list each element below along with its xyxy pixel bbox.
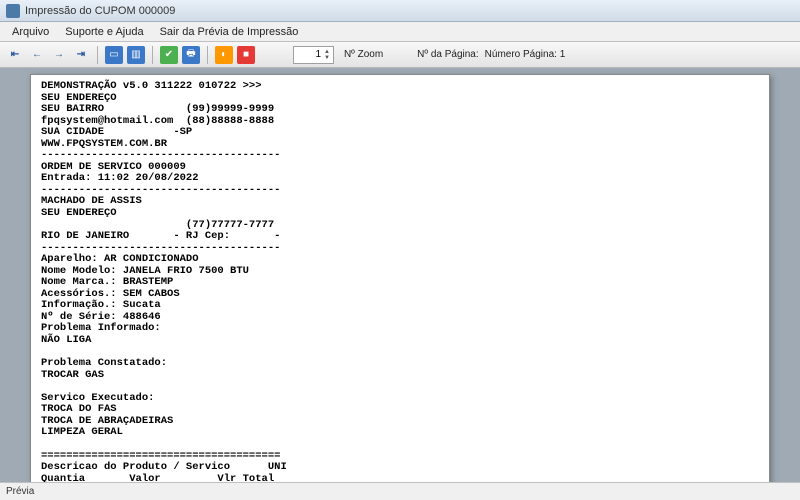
first-page-button[interactable]: ⇤ xyxy=(6,46,24,64)
zoom-stepper[interactable]: ▲▼ xyxy=(293,46,334,64)
last-page-button[interactable]: ⇥ xyxy=(72,46,90,64)
save-button[interactable]: ✔ xyxy=(160,46,178,64)
next-page-button[interactable]: → xyxy=(50,46,68,64)
toolbar: ⇤ ← → ⇥ ▭ ▥ ✔ 🖶 ◐ ■ ▲▼ Nº Zoom Nº da Pág… xyxy=(0,42,800,68)
close-button[interactable]: ■ xyxy=(237,46,255,64)
preview-area[interactable]: DEMONSTRAÇÃO v5.0 311222 010722 >>> SEU … xyxy=(0,68,800,482)
receipt-page: DEMONSTRAÇÃO v5.0 311222 010722 >>> SEU … xyxy=(30,74,770,482)
page-label-value: Número Página: 1 xyxy=(485,49,566,60)
separator xyxy=(207,46,208,64)
zoom-spinner[interactable]: ▲▼ xyxy=(324,49,330,61)
titlebar: Impressão do CUPOM 000009 xyxy=(0,0,800,22)
status-text: Prévia xyxy=(6,486,34,497)
statusbar: Prévia xyxy=(0,482,800,500)
prev-page-button[interactable]: ← xyxy=(28,46,46,64)
settings-button[interactable]: ◐ xyxy=(215,46,233,64)
separator xyxy=(152,46,153,64)
menu-arquivo[interactable]: Arquivo xyxy=(4,24,57,40)
page-view-button[interactable]: ▭ xyxy=(105,46,123,64)
menu-suporte[interactable]: Suporte e Ajuda xyxy=(57,24,151,40)
menu-sair[interactable]: Sair da Prévia de Impressão xyxy=(152,24,307,40)
zoom-input[interactable] xyxy=(297,49,321,60)
print-button[interactable]: 🖶 xyxy=(182,46,200,64)
multi-page-button[interactable]: ▥ xyxy=(127,46,145,64)
page-label-prefix: Nº da Página: xyxy=(417,49,478,60)
separator xyxy=(97,46,98,64)
app-icon xyxy=(6,4,20,18)
menubar: Arquivo Suporte e Ajuda Sair da Prévia d… xyxy=(0,22,800,42)
zoom-label: Nº Zoom xyxy=(344,49,383,60)
window-title: Impressão do CUPOM 000009 xyxy=(25,5,175,17)
